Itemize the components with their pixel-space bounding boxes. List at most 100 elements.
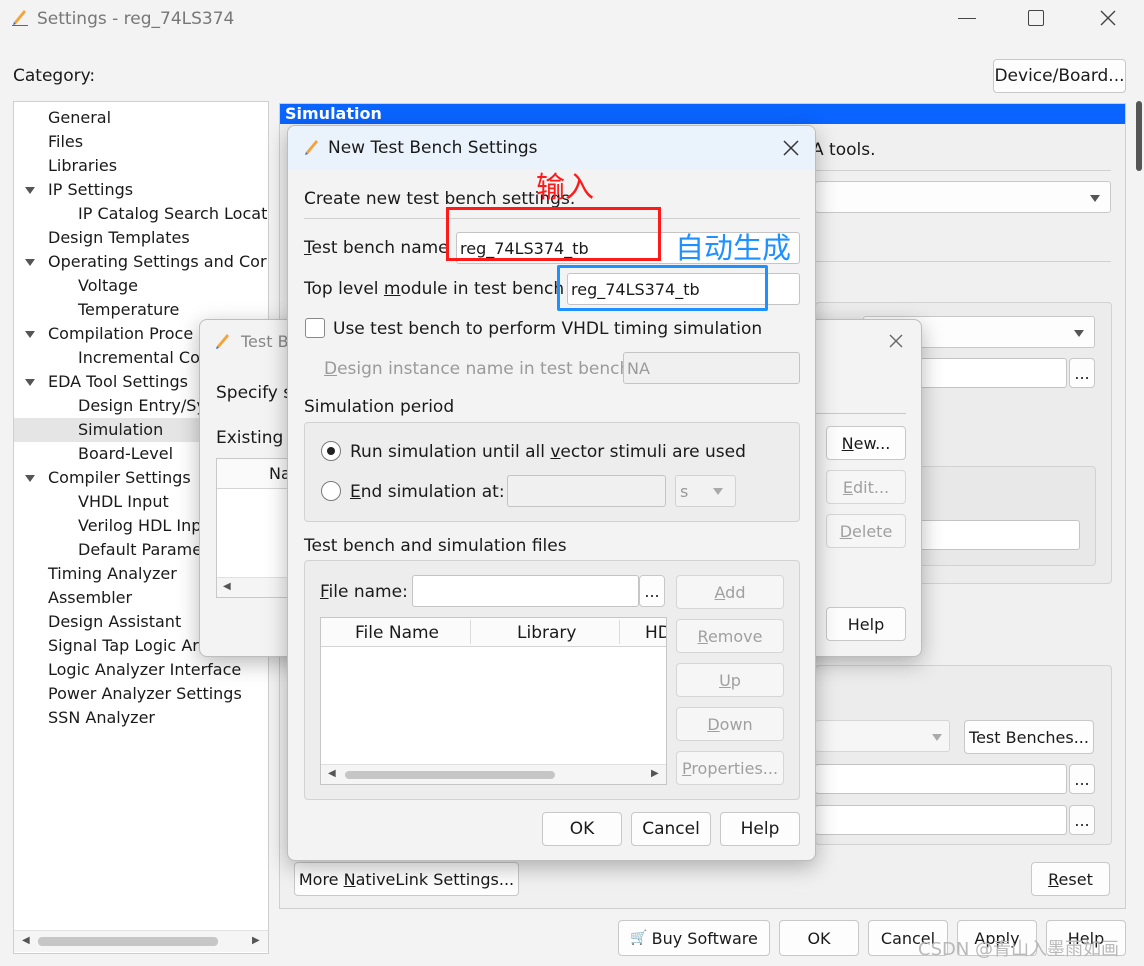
script-field-2-browse-button[interactable]: ... <box>1069 805 1095 835</box>
tree-item[interactable]: Signal Tap Logic Ar <box>48 634 199 658</box>
end-sim-unit-select[interactable]: s <box>675 475 736 507</box>
reset-button[interactable]: Reset <box>1031 862 1110 896</box>
up-button[interactable]: Up <box>676 663 784 697</box>
table-header: Na <box>217 459 291 489</box>
chevron-down-icon[interactable] <box>25 379 35 386</box>
minimize-icon[interactable] <box>958 18 976 19</box>
end-sim-input[interactable] <box>507 475 666 507</box>
tree-item[interactable]: VHDL Input <box>78 490 169 514</box>
tree-item[interactable]: Temperature <box>78 298 179 322</box>
compile-bench-select[interactable] <box>815 720 950 752</box>
file-browse-button[interactable]: ... <box>639 575 665 607</box>
tree-item[interactable]: Files <box>48 130 83 154</box>
properties-button[interactable]: Properties... <box>676 751 784 785</box>
main-ok-button[interactable]: OK <box>779 920 859 956</box>
column-hd[interactable]: HD <box>645 623 666 643</box>
create-label: Create new test bench settings. <box>304 189 576 209</box>
dialog-help-button[interactable]: Help <box>720 812 800 846</box>
chevron-down-icon[interactable] <box>25 331 35 338</box>
tree-item[interactable]: Compilation Proce <box>48 322 193 346</box>
scroll-left-icon[interactable]: ◀ <box>223 581 231 592</box>
files-table-scrollbar[interactable]: ◀ ▶ <box>321 764 666 784</box>
tree-item[interactable]: Default Parame <box>78 538 202 562</box>
chevron-down-icon <box>1090 195 1100 202</box>
end-sim-radio[interactable] <box>321 481 341 501</box>
delete-button[interactable]: Delete <box>826 514 906 548</box>
files-table-header: File Name Library HD <box>321 618 666 647</box>
column-file-name[interactable]: File Name <box>355 623 439 643</box>
design-instance-input[interactable]: NA <box>623 352 800 384</box>
tree-item[interactable]: EDA Tool Settings <box>48 370 188 394</box>
files-table[interactable]: File Name Library HD ◀ ▶ <box>320 617 667 785</box>
page-vertical-scrollbar[interactable] <box>1136 101 1142 171</box>
scroll-thumb[interactable] <box>345 771 555 779</box>
chevron-down-icon <box>713 488 723 495</box>
tree-item[interactable]: Operating Settings and Cor <box>48 250 267 274</box>
script-field-1[interactable] <box>815 764 1067 794</box>
tree-horizontal-scrollbar[interactable]: ◀ ▶ <box>14 930 268 952</box>
tree-item[interactable]: SSN Analyzer <box>48 706 155 730</box>
remove-button[interactable]: Remove <box>676 619 784 653</box>
close-icon[interactable] <box>1098 8 1118 28</box>
tree-item[interactable]: Design Entry/Sy <box>78 394 206 418</box>
cart-icon: 🛒 <box>630 930 648 946</box>
scroll-left-icon[interactable]: ◀ <box>328 768 336 779</box>
tree-item[interactable]: General <box>48 106 111 130</box>
vhdl-timing-checkbox[interactable] <box>305 318 325 338</box>
device-board-button[interactable]: Device/Board... <box>993 59 1126 93</box>
buy-software-button[interactable]: 🛒 Buy Software <box>618 920 770 956</box>
tree-item[interactable]: Timing Analyzer <box>48 562 177 586</box>
app-icon <box>12 8 28 26</box>
edit-button[interactable]: Edit... <box>826 470 906 504</box>
close-icon[interactable] <box>887 332 905 350</box>
output-dir-browse-button[interactable]: ... <box>1069 358 1095 388</box>
chevron-down-icon <box>932 734 942 741</box>
dialog-ok-button[interactable]: OK <box>542 812 622 846</box>
tool-name-select[interactable] <box>815 181 1111 213</box>
file-name-input[interactable] <box>412 575 639 607</box>
down-button[interactable]: Down <box>676 707 784 741</box>
divider <box>816 413 906 414</box>
tree-item[interactable]: Voltage <box>78 274 138 298</box>
tree-item[interactable]: Power Analyzer Settings <box>48 682 242 706</box>
table-scrollbar[interactable]: ◀ <box>217 577 291 597</box>
chevron-down-icon[interactable] <box>25 259 35 266</box>
test-benches-help-button[interactable]: Help <box>826 607 906 641</box>
tree-item[interactable]: Logic Analyzer Interface <box>48 658 241 682</box>
divider <box>815 170 1111 171</box>
tree-item[interactable]: Simulation <box>78 418 163 442</box>
more-nativelink-button[interactable]: More NativeLink Settings... <box>294 862 519 896</box>
tree-item[interactable]: Design Assistant <box>48 610 181 634</box>
scroll-left-icon[interactable]: ◀ <box>22 935 30 946</box>
tree-item[interactable]: IP Catalog Search Locat <box>78 202 267 226</box>
run-until-radio[interactable] <box>321 441 341 461</box>
dialog-cancel-button[interactable]: Cancel <box>631 812 711 846</box>
tree-item[interactable]: Libraries <box>48 154 117 178</box>
new-button[interactable]: New... <box>826 426 906 460</box>
close-icon[interactable] <box>781 138 801 158</box>
script-field-2[interactable] <box>815 805 1067 835</box>
chevron-down-icon[interactable] <box>25 475 35 482</box>
scroll-thumb[interactable] <box>38 937 218 946</box>
input-annotation: 输入 <box>536 170 595 204</box>
tree-item[interactable]: Incremental Co <box>78 346 200 370</box>
column-divider <box>619 620 620 644</box>
tree-item[interactable]: Verilog HDL Inp <box>78 514 201 538</box>
tree-item[interactable]: Compiler Settings <box>48 466 191 490</box>
end-sim-unit: s <box>680 482 689 501</box>
column-library[interactable]: Library <box>517 623 576 643</box>
scroll-right-icon[interactable]: ▶ <box>651 768 659 779</box>
existing-table[interactable]: Na ◀ <box>216 458 292 598</box>
maximize-icon[interactable] <box>1028 10 1044 26</box>
column-divider <box>470 620 471 644</box>
tree-item[interactable]: Board-Level <box>78 442 173 466</box>
tree-item[interactable]: Assembler <box>48 586 132 610</box>
add-button[interactable]: Add <box>676 575 784 609</box>
tree-item[interactable]: IP Settings <box>48 178 133 202</box>
tree-item[interactable]: Design Templates <box>48 226 190 250</box>
test-benches-button[interactable]: Test Benches... <box>964 720 1094 754</box>
scroll-right-icon[interactable]: ▶ <box>252 935 260 946</box>
script-field-1-browse-button[interactable]: ... <box>1069 764 1095 794</box>
input-highlight-box <box>446 207 661 261</box>
chevron-down-icon[interactable] <box>25 187 35 194</box>
